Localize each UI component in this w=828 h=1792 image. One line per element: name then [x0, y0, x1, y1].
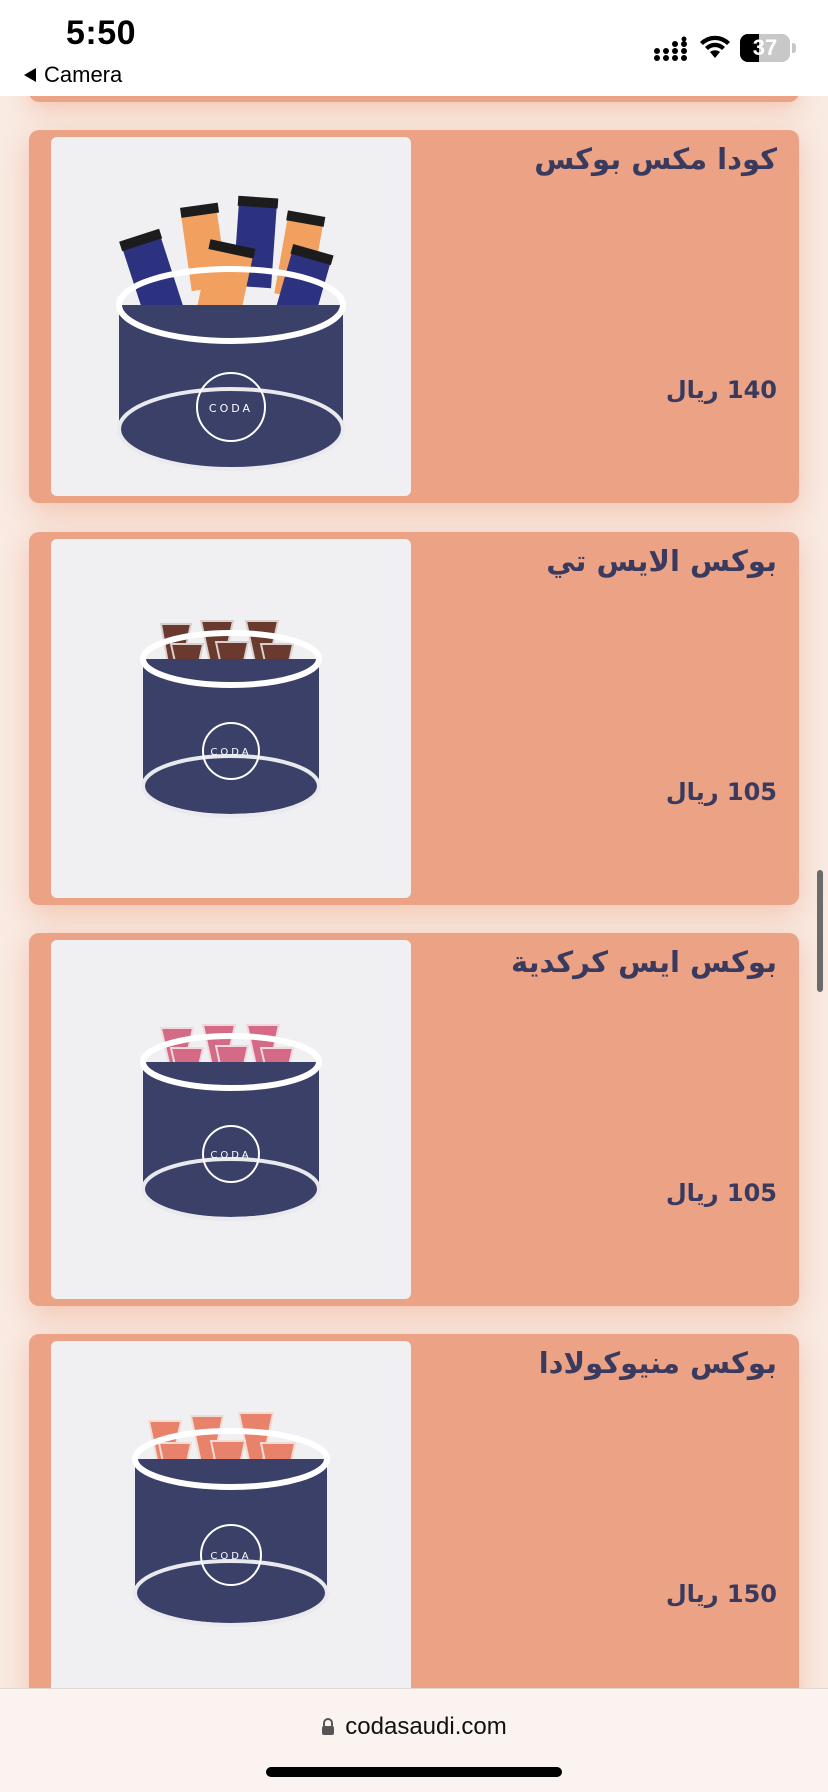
product-image[interactable]: CODA [51, 137, 411, 496]
cellular-signal-icon [654, 36, 687, 61]
back-label: Camera [44, 62, 123, 87]
home-indicator[interactable] [266, 1767, 562, 1777]
battery-cap [792, 43, 796, 53]
svg-text:CODA: CODA [210, 1150, 251, 1161]
browser-address-bar[interactable]: codasaudi.com [0, 1688, 828, 1792]
product-card[interactable]: CODA بوكس الايس تي 105 ريال [29, 532, 799, 905]
svg-text:CODA: CODA [209, 402, 253, 415]
status-time: 5:50 [66, 14, 137, 52]
product-title: بوكس منيوكولادا [538, 1346, 777, 1380]
svg-text:CODA: CODA [210, 1551, 251, 1562]
url-text: codasaudi.com [345, 1713, 507, 1740]
url-display[interactable]: codasaudi.com [0, 1713, 828, 1741]
product-price: 140 ريال [665, 376, 777, 404]
scrollbar-thumb[interactable] [817, 870, 823, 992]
iced-tea-box-illustration: CODA [140, 620, 322, 818]
battery-icon: 37 [740, 34, 790, 62]
product-title: بوكس ايس كركدية [511, 945, 777, 979]
product-card[interactable]: CODA بوكس منيوكولادا 150 ريال [29, 1334, 799, 1707]
product-card[interactable]: CODA بوكس ايس كركدية 105 ريال [29, 933, 799, 1306]
back-to-camera-link[interactable]: Camera [24, 62, 122, 88]
battery-level-text: 37 [752, 35, 778, 60]
product-title: بوكس الايس تي [546, 544, 777, 578]
product-title: كودا مكس بوكس [534, 142, 777, 176]
product-price: 150 ريال [665, 1580, 777, 1608]
svg-text:CODA: CODA [210, 747, 251, 758]
back-arrow-icon [24, 68, 36, 82]
colada-box-illustration: CODA [132, 1412, 330, 1627]
product-image[interactable]: CODA [51, 539, 411, 898]
product-price: 105 ريال [665, 1179, 777, 1207]
hibiscus-box-illustration: CODA [140, 1024, 322, 1221]
product-image[interactable]: CODA [51, 940, 411, 1299]
coda-mix-box-illustration: CODA [116, 195, 346, 471]
wifi-icon [700, 35, 730, 58]
product-card[interactable]: CODA كودا مكس بوكس 140 ريال [29, 130, 799, 503]
status-bar: 5:50 Camera 37 [0, 0, 828, 96]
lock-icon [322, 1718, 335, 1735]
product-image[interactable]: CODA [51, 1341, 411, 1700]
product-price: 105 ريال [665, 778, 777, 806]
